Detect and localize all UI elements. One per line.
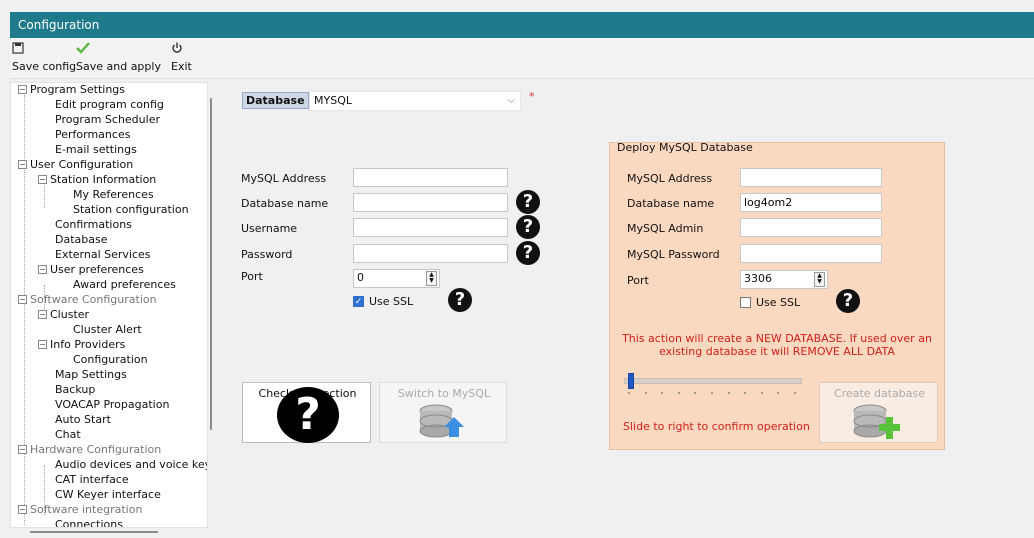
tree-item-station-information[interactable]: − Station Information <box>38 173 156 187</box>
tree-item-program-settings[interactable]: − Program Settings <box>18 83 125 97</box>
tree-item-connections[interactable]: Connections <box>55 518 123 527</box>
deploy-port-label: Port <box>627 274 649 287</box>
tree-item-email-settings[interactable]: E-mail settings <box>55 143 137 157</box>
use-ssl-checkbox[interactable]: ✓ Use SSL <box>353 295 413 308</box>
tree-item-map-settings[interactable]: Map Settings <box>55 368 127 382</box>
tree-item-chat[interactable]: Chat <box>55 428 81 442</box>
database-add-icon <box>853 404 900 439</box>
deploy-mysql-password-label: MySQL Password <box>627 248 720 261</box>
collapse-icon: − <box>18 505 27 514</box>
username-input[interactable] <box>353 218 508 237</box>
window-title: Configuration <box>18 18 100 32</box>
database-name-label: Database name <box>241 197 329 210</box>
save-and-apply-button[interactable]: Save and apply <box>76 42 161 73</box>
tree-item-performances[interactable]: Performances <box>55 128 130 142</box>
deploy-mysql-address-input[interactable] <box>740 168 882 187</box>
help-icon[interactable]: ? <box>448 288 472 312</box>
collapse-icon: − <box>18 445 27 454</box>
switch-to-mysql-button[interactable]: Switch to MySQL <box>379 382 507 443</box>
tree-item-configuration[interactable]: Configuration <box>73 353 148 367</box>
deploy-mysql-password-input[interactable] <box>740 244 882 263</box>
help-icon[interactable]: ? <box>516 241 540 265</box>
deploy-warning: This action will create a NEW DATABASE. … <box>622 332 932 358</box>
tree-item-voacap-propagation[interactable]: VOACAP Propagation <box>55 398 169 412</box>
power-icon <box>171 42 183 58</box>
password-input[interactable] <box>353 244 508 263</box>
checkmark-icon <box>76 42 90 58</box>
help-icon[interactable]: ? <box>836 289 860 313</box>
tree-item-audio-devices[interactable]: Audio devices and voice keye <box>55 458 207 472</box>
tree-item-cw-keyer-interface[interactable]: CW Keyer interface <box>55 488 161 502</box>
tree-item-external-services[interactable]: External Services <box>55 248 151 262</box>
database-name-input[interactable] <box>353 193 508 212</box>
database-type-select[interactable]: MYSQL ⌵ <box>309 91 521 111</box>
save-icon <box>12 42 24 58</box>
tree-item-user-configuration[interactable]: − User Configuration <box>18 158 133 172</box>
tree-item-user-preferences[interactable]: − User preferences <box>38 263 144 277</box>
deploy-database-name-label: Database name <box>627 197 715 210</box>
database-upload-icon <box>419 404 464 438</box>
tree-item-my-references[interactable]: My References <box>73 188 154 202</box>
tree-item-software-configuration[interactable]: − Software Configuration <box>18 293 157 307</box>
exit-button[interactable]: Exit <box>171 42 192 73</box>
tree-item-info-providers[interactable]: − Info Providers <box>38 338 125 352</box>
deploy-port-stepper[interactable]: 3306 ▲ ▼ <box>740 270 828 289</box>
slider-thumb[interactable] <box>628 373 634 389</box>
tree-item-station-configuration[interactable]: Station configuration <box>73 203 189 217</box>
deploy-mysql-address-label: MySQL Address <box>627 172 713 185</box>
create-database-button[interactable]: Create database <box>819 382 938 443</box>
confirm-slider[interactable] <box>624 372 802 394</box>
save-config-button[interactable]: Save config <box>12 42 76 73</box>
tree-item-auto-start[interactable]: Auto Start <box>55 413 111 427</box>
username-label: Username <box>241 222 298 235</box>
tree-item-award-preferences[interactable]: Award preferences <box>73 278 176 292</box>
stepper-arrows-icon[interactable]: ▲ ▼ <box>814 272 825 287</box>
mysql-address-label: MySQL Address <box>241 172 327 185</box>
deploy-use-ssl-checkbox[interactable]: Use SSL <box>740 296 800 309</box>
help-icon[interactable]: ? <box>516 215 540 239</box>
collapse-icon: − <box>38 265 47 274</box>
chevron-down-icon: ⌵ <box>507 95 515 106</box>
tree-item-cat-interface[interactable]: CAT interface <box>55 473 129 487</box>
tree-item-hardware-configuration[interactable]: − Hardware Configuration <box>18 443 161 457</box>
deploy-panel-title: Deploy MySQL Database <box>617 141 753 154</box>
collapse-icon: − <box>18 295 27 304</box>
port-label: Port <box>241 270 263 283</box>
checkbox-unchecked-icon <box>740 297 751 308</box>
check-connection-button[interactable]: Check connection ? <box>242 382 371 443</box>
collapse-icon: − <box>38 175 47 184</box>
mysql-address-input[interactable] <box>353 168 508 187</box>
tree-vertical-scrollbar[interactable] <box>210 98 212 430</box>
tree-item-confirmations[interactable]: Confirmations <box>55 218 132 232</box>
deploy-mysql-admin-input[interactable] <box>740 218 882 237</box>
tree-item-database[interactable]: Database <box>55 233 108 247</box>
tree-item-cluster-alert[interactable]: Cluster Alert <box>73 323 142 337</box>
tree-item-software-integration[interactable]: − Software integration <box>18 503 142 517</box>
checkbox-checked-icon: ✓ <box>353 296 364 307</box>
tree-item-backup[interactable]: Backup <box>55 383 95 397</box>
toolbar: Save config Save and apply Exit <box>10 38 1034 79</box>
window-titlebar: Configuration <box>10 12 1034 38</box>
collapse-icon: − <box>38 340 47 349</box>
tree-horizontal-scrollbar[interactable] <box>30 531 158 533</box>
tree-item-edit-program-config[interactable]: Edit program config <box>55 98 164 112</box>
question-icon: ? <box>277 387 339 443</box>
collapse-icon: − <box>18 85 27 94</box>
settings-tree: − Program Settings Edit program config Pr… <box>10 82 208 528</box>
deploy-database-name-input[interactable] <box>740 193 882 212</box>
tree-item-cluster[interactable]: − Cluster <box>38 308 89 322</box>
help-icon[interactable]: ? <box>516 190 540 214</box>
slide-confirm-text: Slide to right to confirm operation <box>623 420 810 433</box>
stepper-arrows-icon[interactable]: ▲ ▼ <box>426 271 437 286</box>
database-label: Database <box>242 92 309 109</box>
port-stepper[interactable]: 0 ▲ ▼ <box>353 269 440 288</box>
required-marker: * <box>529 90 535 103</box>
collapse-icon: − <box>38 310 47 319</box>
collapse-icon: − <box>18 160 27 169</box>
password-label: Password <box>241 248 293 261</box>
slider-track <box>624 378 802 384</box>
slider-ticks <box>628 392 796 394</box>
deploy-mysql-admin-label: MySQL Admin <box>627 222 704 235</box>
tree-item-program-scheduler[interactable]: Program Scheduler <box>55 113 160 127</box>
